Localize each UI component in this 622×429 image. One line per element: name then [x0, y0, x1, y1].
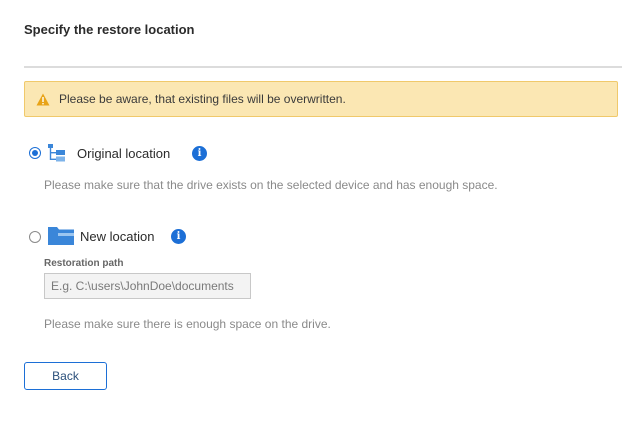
tree-structure-icon	[48, 144, 65, 162]
folder-icon	[48, 227, 74, 245]
page-title: Specify the restore location	[24, 22, 195, 37]
original-location-radio[interactable]	[29, 147, 41, 159]
original-location-hint: Please make sure that the drive exists o…	[44, 178, 498, 192]
original-location-label[interactable]: Original location	[77, 146, 170, 161]
restore-location-panel: Specify the restore location Please be a…	[0, 0, 622, 429]
new-location-radio[interactable]	[29, 231, 41, 243]
back-button[interactable]: Back	[24, 362, 107, 390]
overwrite-warning-banner: Please be aware, that existing files wil…	[24, 81, 618, 117]
restoration-path-input[interactable]	[44, 273, 251, 299]
title-divider	[24, 66, 622, 68]
warning-icon	[36, 93, 50, 106]
restoration-path-label: Restoration path	[44, 258, 124, 269]
warning-text: Please be aware, that existing files wil…	[59, 92, 346, 106]
original-location-info-icon[interactable]: i	[192, 146, 207, 161]
new-location-label[interactable]: New location	[80, 229, 154, 244]
new-location-hint: Please make sure there is enough space o…	[44, 317, 331, 331]
new-location-info-icon[interactable]: i	[171, 229, 186, 244]
